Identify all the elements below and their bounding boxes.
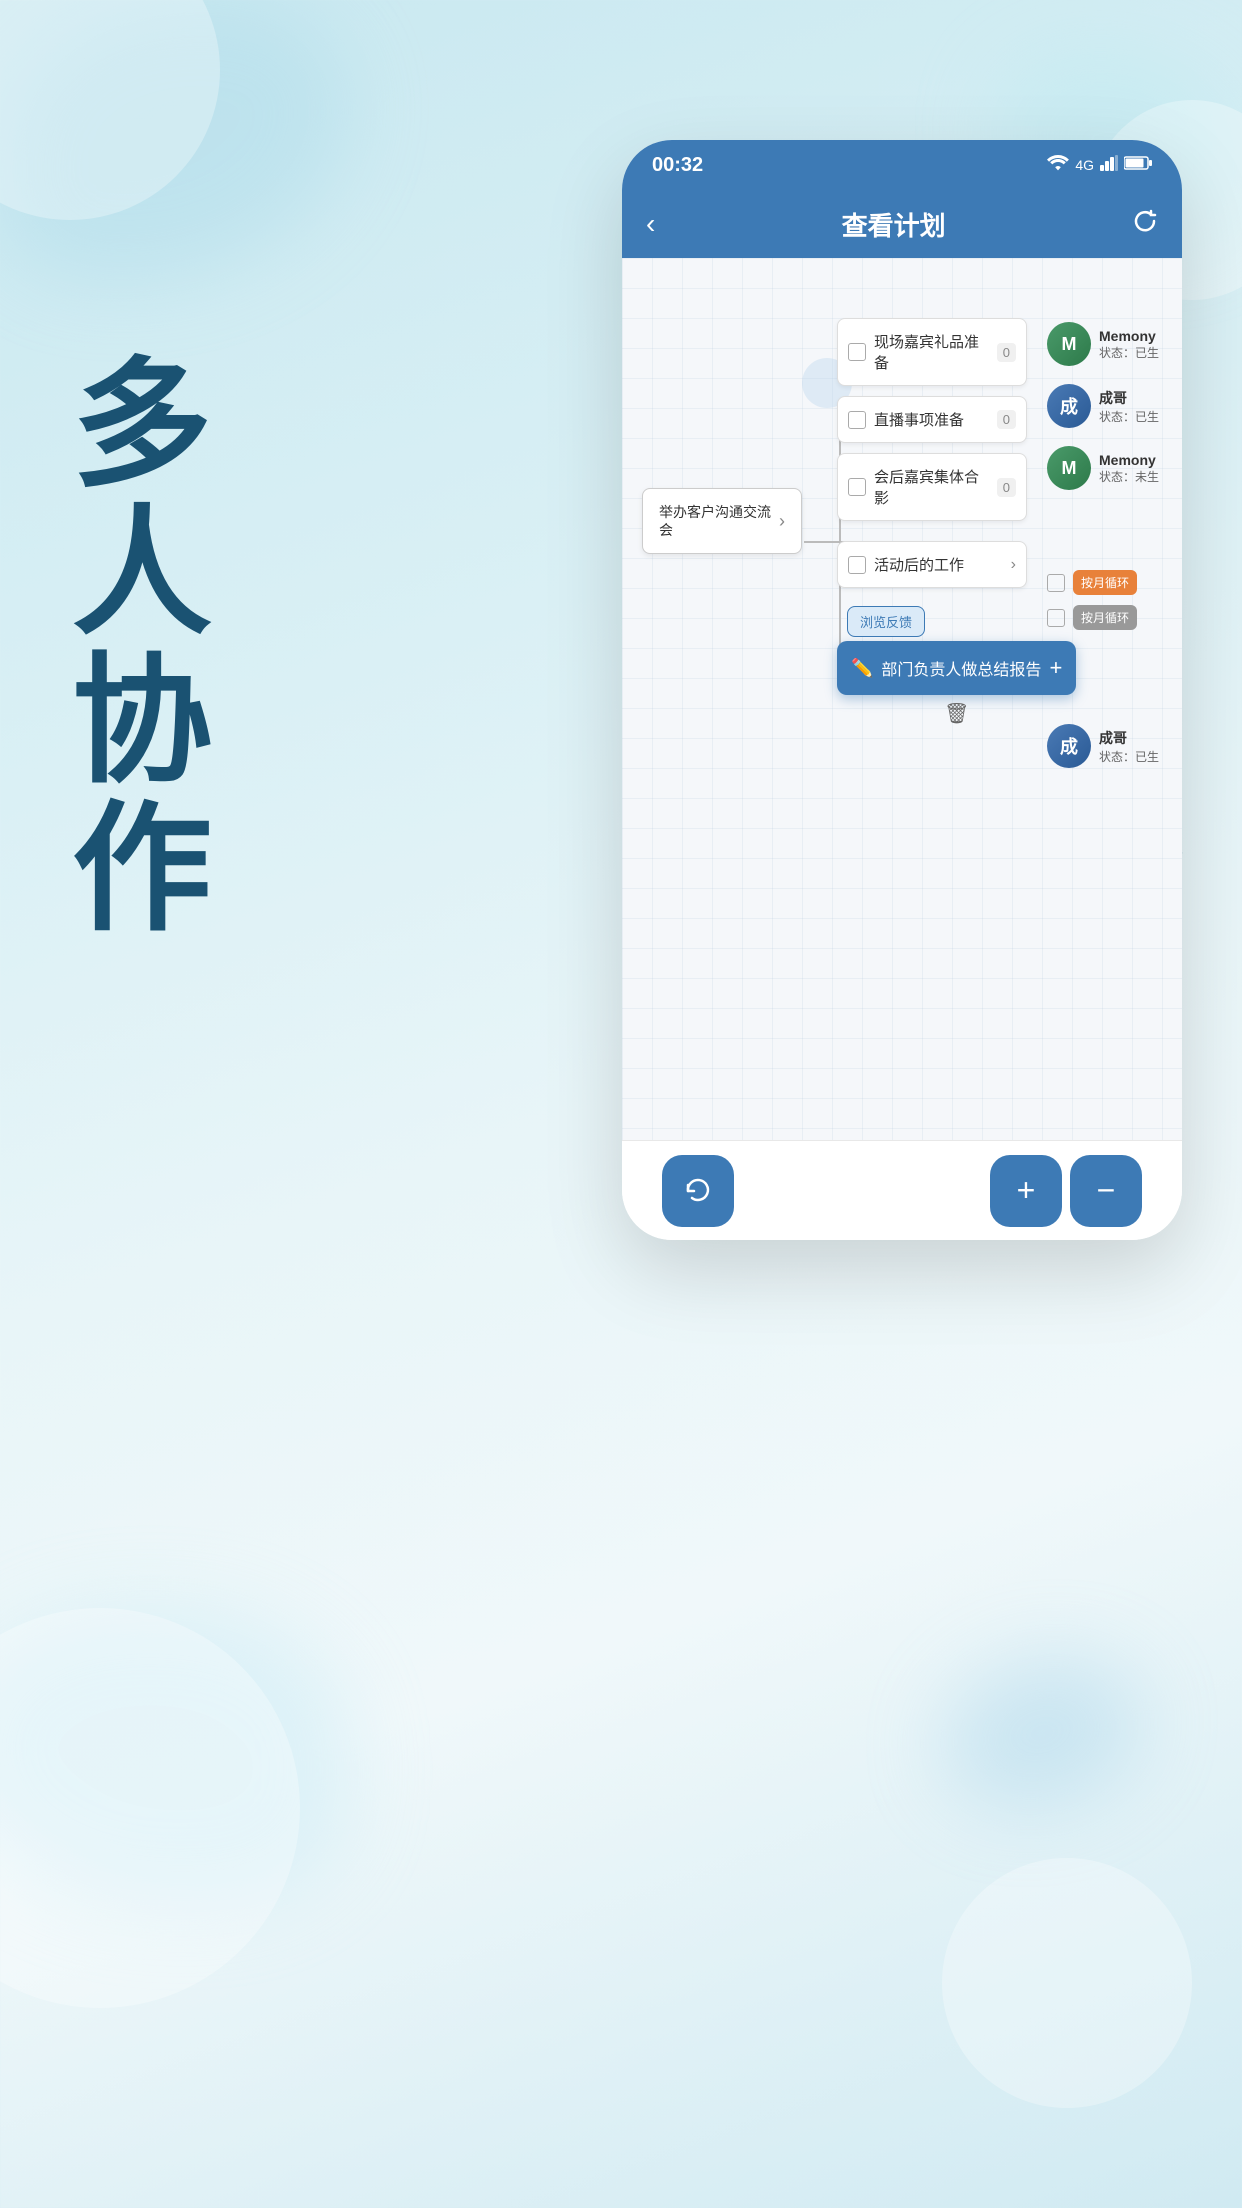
signal-text: 4G <box>1075 157 1094 173</box>
selected-task-wrapper: 浏览反馈 ✏️ 部门负责人做总结报告 + 🗑 <box>837 606 1076 726</box>
zoom-button-group: + − <box>990 1155 1142 1227</box>
signal-bars-icon <box>1100 155 1118 176</box>
selected-task-box[interactable]: ✏️ 部门负责人做总结报告 + <box>837 641 1076 695</box>
status-icons: 4G <box>1047 155 1152 176</box>
refresh-button[interactable] <box>1132 208 1158 241</box>
phone-mockup: 00:32 4G <box>622 140 1182 1240</box>
avatar-img-3: M <box>1047 446 1091 490</box>
avatar-3: M <box>1047 446 1091 490</box>
tooltip-text: 浏览反馈 <box>860 615 912 630</box>
right-task-1: 按月循环 <box>1047 570 1159 595</box>
avatar-img-2: 成 <box>1047 384 1091 428</box>
task-checkbox-1[interactable] <box>848 343 866 361</box>
task-checkbox-3[interactable] <box>848 478 866 496</box>
bottom-toolbar: + − <box>622 1140 1182 1240</box>
status-bar: 00:32 4G <box>622 140 1182 190</box>
selected-user-info: 成哥 状态：已生 <box>1099 728 1159 765</box>
monthly-cycle-btn-2[interactable]: 按月循环 <box>1073 605 1137 630</box>
minus-icon: − <box>1097 1172 1116 1209</box>
parent-task-node[interactable]: 举办客户沟通交流会 › <box>642 488 802 554</box>
activity-task[interactable]: 活动后的工作 › <box>837 541 1027 588</box>
user-name-1: Memony <box>1099 328 1159 344</box>
right-checkbox-2[interactable] <box>1047 609 1065 627</box>
right-tasks: 按月循环 按月循环 <box>1047 570 1159 630</box>
user-item-1: M Memony 状态：已生 <box>1047 318 1159 370</box>
activity-task-checkbox[interactable] <box>848 556 866 574</box>
user-name-2: 成哥 <box>1099 388 1159 408</box>
tooltip-bubble: 浏览反馈 <box>847 606 925 637</box>
user-status-3: 状态：未生 <box>1099 468 1159 485</box>
back-button[interactable]: ‹ <box>646 208 655 240</box>
undo-button[interactable] <box>662 1155 734 1227</box>
task-item-2[interactable]: 直播事项准备 0 <box>837 396 1027 443</box>
connector-h-1 <box>804 541 839 543</box>
task-checkbox-2[interactable] <box>848 411 866 429</box>
user-status-1: 状态：已生 <box>1099 344 1159 361</box>
avatar-img-1: M <box>1047 322 1091 366</box>
delete-row: 🗑 <box>837 701 1076 726</box>
zoom-out-button[interactable]: − <box>1070 1155 1142 1227</box>
selected-avatar: 成 <box>1047 724 1091 768</box>
monthly-cycle-btn-1[interactable]: 按月循环 <box>1073 570 1137 595</box>
activity-task-expand-icon: › <box>1011 556 1016 574</box>
parent-task-label: 举办客户沟通交流会 <box>659 503 779 539</box>
task-label-3: 会后嘉宾集体合影 <box>874 466 989 508</box>
user-item-2: 成 成哥 状态：已生 <box>1047 380 1159 432</box>
user-status-2: 状态：已生 <box>1099 408 1159 425</box>
user-item-3: M Memony 状态：未生 <box>1047 442 1159 494</box>
selected-user-name: 成哥 <box>1099 728 1159 748</box>
avatar-1: M <box>1047 322 1091 366</box>
battery-icon <box>1124 155 1152 176</box>
user-info-1: Memony 状态：已生 <box>1099 328 1159 361</box>
task-label-1: 现场嘉宾礼品准备 <box>874 331 989 373</box>
right-checkbox-1[interactable] <box>1047 574 1065 592</box>
bg-blob-4 <box>942 1658 1142 1808</box>
tasks-column: 现场嘉宾礼品准备 0 直播事项准备 0 会后嘉宾集体合影 0 活动后的工作 › <box>837 318 1076 726</box>
nav-bar: ‹ 查看计划 <box>622 190 1182 258</box>
zoom-in-button[interactable]: + <box>990 1155 1062 1227</box>
user-info-2: 成哥 状态：已生 <box>1099 388 1159 425</box>
delete-icon[interactable]: 🗑 <box>944 703 969 725</box>
nav-title: 查看计划 <box>842 206 946 243</box>
user-info-3: Memony 状态：未生 <box>1099 452 1159 485</box>
status-time: 00:32 <box>652 154 703 177</box>
task-count-2: 0 <box>997 410 1016 429</box>
task-count-1: 0 <box>997 343 1016 362</box>
selected-task-label: 部门负责人做总结报告 <box>881 656 1041 680</box>
selected-avatar-img: 成 <box>1047 724 1091 768</box>
task-label-2: 直播事项准备 <box>874 409 989 430</box>
left-text-block: 多人协作 Close Collaboration <box>60 350 620 942</box>
chinese-heading: 多人协作 <box>60 350 200 942</box>
avatar-2: 成 <box>1047 384 1091 428</box>
parent-task-expand-icon: › <box>779 511 785 532</box>
plus-icon: + <box>1017 1172 1036 1209</box>
task-count-3: 0 <box>997 478 1016 497</box>
task-item-3[interactable]: 会后嘉宾集体合影 0 <box>837 453 1027 521</box>
selected-user-item: 成 成哥 状态：已生 <box>1047 720 1159 772</box>
right-task-2: 按月循环 <box>1047 605 1159 630</box>
bg-circle-4 <box>942 1858 1192 2108</box>
content-area: 举办客户沟通交流会 › 现场嘉宾礼品准备 0 直播事项准备 0 <box>622 258 1182 1140</box>
users-column: M Memony 状态：已生 成 成哥 状态：已生 <box>1047 318 1159 772</box>
activity-task-label: 活动后的工作 <box>874 554 1003 575</box>
task-item-1[interactable]: 现场嘉宾礼品准备 0 <box>837 318 1027 386</box>
user-name-3: Memony <box>1099 452 1159 468</box>
edit-icon: ✏️ <box>851 658 873 679</box>
user-item-empty <box>1047 504 1159 556</box>
wifi-icon <box>1047 155 1069 176</box>
selected-user-status: 状态：已生 <box>1099 748 1159 765</box>
